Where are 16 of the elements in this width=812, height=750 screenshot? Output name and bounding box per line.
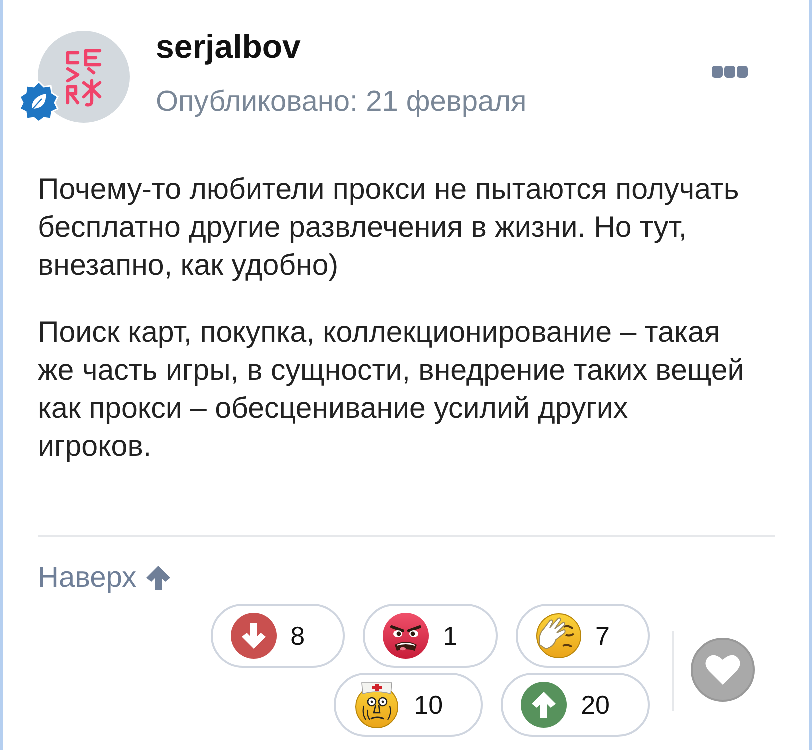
post-paragraph: Почему-то любители прокси не пытаются получать бесплатно другие развлечения в жизни. Но тут, внезапно, как удобно) (38, 172, 740, 284)
heart-icon (705, 654, 741, 686)
more-options-icon[interactable] (712, 66, 748, 78)
reaction-button[interactable]: 10 (334, 673, 484, 737)
to-top-link[interactable]: Наверх (38, 561, 172, 595)
reaction-button[interactable]: 20 (501, 673, 650, 737)
facepalm-face-icon (536, 613, 582, 659)
publish-date: Опубликовано: 21 февраля (156, 85, 527, 119)
arrow-up-icon (144, 566, 172, 590)
reaction-button[interactable]: 1 (363, 604, 498, 668)
reaction-button[interactable]: 7 (516, 604, 650, 668)
scared-nurse-face-icon (354, 682, 400, 728)
angry-face-icon (383, 613, 430, 659)
reaction-button[interactable]: 8 (210, 604, 346, 668)
author-name[interactable]: serjalbov (156, 28, 527, 66)
post-paragraph: Поиск карт, покупка, коллекционирование – такая же часть игры, в сущности, внедрение таких вещей как прокси – обесценивание усилий других игроков. (38, 315, 746, 465)
